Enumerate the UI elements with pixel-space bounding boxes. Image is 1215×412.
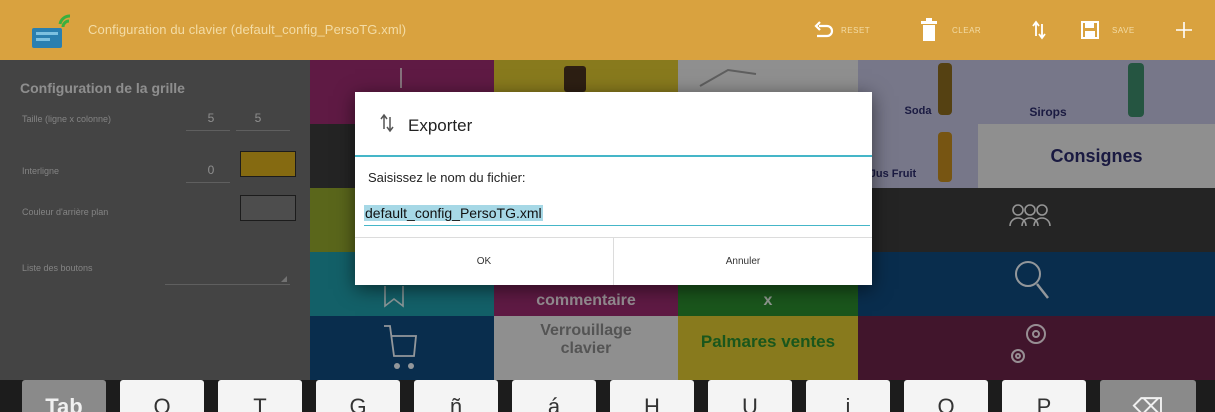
tile-search[interactable] (858, 252, 1215, 316)
soft-keyboard: Tab Q T G ñ á H U i O P ⌫ (0, 380, 1215, 412)
juice-bottle-icon (938, 132, 952, 182)
save-label: SAVE (1112, 25, 1135, 35)
key-label: ñ (449, 394, 463, 412)
app-title: Configuration du clavier (default_config… (88, 22, 407, 37)
key-backspace[interactable]: ⌫ (1100, 380, 1196, 412)
tile-label-consignes: Consignes (1050, 146, 1143, 166)
tile-soda[interactable]: Soda (858, 60, 978, 124)
key-label: Q (153, 394, 171, 412)
key-a-acute[interactable]: á (512, 380, 596, 412)
tile-clients[interactable] (858, 188, 1215, 252)
dialog-title-divider (355, 155, 872, 157)
filename-input[interactable]: default_config_PersoTG.xml (364, 202, 870, 226)
tile-verrouillage[interactable]: Verrouillage clavier (494, 316, 678, 380)
rows-underline (186, 130, 230, 131)
action-bar: Configuration du clavier (default_config… (0, 0, 1215, 60)
key-label: Tab (45, 394, 83, 412)
clear-button[interactable]: CLEAR (920, 14, 981, 46)
key-o[interactable]: O (904, 380, 988, 412)
bookmark-icon (384, 286, 404, 308)
settings-gears-icon (1011, 324, 1046, 363)
add-button[interactable] (1174, 14, 1194, 46)
cart-icon (384, 325, 417, 369)
clear-label: CLEAR (952, 25, 982, 35)
key-label: P (1036, 394, 1052, 412)
tile-label-x: x (763, 292, 773, 309)
key-label: H (644, 394, 660, 412)
key-label: U (742, 394, 758, 412)
key-t[interactable]: T (218, 380, 302, 412)
panel-title: Configuration de la grille (20, 80, 185, 96)
tile-sirops[interactable]: Sirops (978, 60, 1215, 124)
spacing-color-swatch[interactable] (240, 151, 296, 177)
dialog-header: Exporter (355, 92, 872, 156)
tile-glyph-icon (400, 68, 402, 88)
rows-field[interactable]: 5 (196, 111, 226, 125)
import-export-icon (1032, 20, 1046, 40)
key-q[interactable]: Q (120, 380, 204, 412)
syrup-bottle-icon (1128, 63, 1144, 117)
tile-palmares[interactable]: Palmares ventes (678, 316, 858, 380)
ok-button[interactable]: OK (355, 238, 613, 285)
key-label: i (845, 394, 851, 412)
tile-panier[interactable] (310, 316, 494, 380)
tile-label-palmares: Palmares ventes (700, 332, 836, 351)
export-dialog: Exporter Saisissez le nom du fichier: de… (355, 92, 872, 285)
key-u[interactable]: U (708, 380, 792, 412)
add-icon (1174, 20, 1194, 40)
background-color-swatch[interactable] (240, 195, 296, 221)
undo-icon (813, 20, 835, 40)
key-label: á (547, 394, 561, 412)
tile-settings[interactable] (858, 316, 1215, 380)
background-color-label: Couleur d'arrière plan (22, 207, 109, 217)
cancel-button[interactable]: Annuler (613, 238, 872, 285)
tile-label-soda: Soda (904, 105, 932, 117)
bottle-icon (938, 63, 952, 115)
photo-icon (699, 68, 757, 87)
cols-underline (236, 130, 290, 131)
buttons-list-label: Liste des boutons (22, 263, 93, 273)
dialog-button-bar: OK Annuler (355, 237, 872, 285)
users-icon (1009, 204, 1051, 227)
grid-config-panel: Configuration de la grille Taille (ligne… (0, 60, 310, 380)
key-label: G (349, 394, 367, 412)
save-icon (1080, 20, 1100, 40)
filename-value[interactable]: default_config_PersoTG.xml (364, 205, 543, 221)
import-export-icon (380, 113, 394, 133)
key-n-tilde[interactable]: ñ (414, 380, 498, 412)
search-icon (1015, 261, 1049, 299)
key-g[interactable]: G (316, 380, 400, 412)
spacing-label: Interligne (22, 166, 60, 176)
key-p[interactable]: P (1002, 380, 1086, 412)
key-label: O (937, 394, 955, 412)
dropdown-arrow-icon (281, 276, 287, 282)
buttons-list-dropdown[interactable] (165, 265, 290, 285)
key-i[interactable]: i (806, 380, 890, 412)
spacing-field[interactable]: 0 (196, 163, 226, 177)
tile-label-verrouillage: Verrouillage clavier (540, 322, 632, 357)
tile-jus-fruit[interactable]: Jus Fruit (858, 124, 978, 188)
app-icon (30, 14, 76, 50)
tile-label-sirops: Sirops (1029, 105, 1067, 119)
tile-consignes[interactable]: Consignes (978, 124, 1215, 188)
spacing-underline (186, 182, 230, 183)
dialog-title: Exporter (408, 116, 473, 135)
dialog-message: Saisissez le nom du fichier: (368, 170, 526, 185)
trash-icon (920, 17, 938, 43)
cols-field[interactable]: 5 (243, 111, 273, 125)
reset-button[interactable]: RESET (813, 14, 870, 46)
size-label: Taille (ligne x colonne) (22, 114, 112, 124)
key-h[interactable]: H (610, 380, 694, 412)
key-label: T (253, 394, 267, 412)
coffee-can-icon (564, 66, 586, 92)
key-tab[interactable]: Tab (22, 380, 106, 412)
backspace-icon: ⌫ (1132, 394, 1164, 412)
reset-label: RESET (841, 25, 871, 35)
save-button[interactable]: SAVE (1080, 14, 1135, 46)
tile-label-commentaire: commentaire (536, 292, 636, 309)
import-export-button[interactable] (1032, 14, 1046, 46)
